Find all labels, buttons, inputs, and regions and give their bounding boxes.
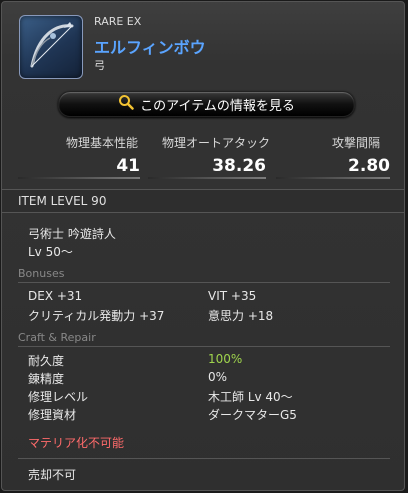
stat-underline bbox=[148, 177, 266, 179]
item-level-bar: ITEM LEVEL 90 bbox=[2, 189, 404, 213]
item-name: エルフィンボウ bbox=[94, 38, 206, 57]
item-level: ITEM LEVEL 90 bbox=[18, 194, 107, 208]
materia-note: マテリア化不可能 bbox=[28, 436, 125, 450]
craft-label: 錬精度 bbox=[28, 372, 65, 386]
craft-label: 修理資材 bbox=[28, 408, 77, 422]
sell-note: 売却不可 bbox=[28, 468, 77, 482]
level-requirement: Lv 50〜 bbox=[28, 245, 73, 259]
craft-label: 修理レベル bbox=[28, 390, 89, 404]
stat-underline bbox=[276, 177, 390, 179]
item-tooltip: RARE EX エルフィンボウ 弓 このアイテムの情報を見る 物理基本性能 物理… bbox=[1, 1, 405, 491]
tooltip-header: RARE EX エルフィンボウ 弓 このアイテムの情報を見る 物理基本性能 物理… bbox=[2, 2, 404, 182]
bonus-item: 意思力 +18 bbox=[208, 309, 274, 323]
item-type: 弓 bbox=[94, 59, 105, 72]
stat-label-auto-attack: 物理オートアタック bbox=[162, 136, 271, 150]
bonus-item: VIT +35 bbox=[208, 289, 257, 303]
equippable-jobs: 弓術士 吟遊詩人 bbox=[28, 227, 116, 241]
stat-value-physical-damage: 41 bbox=[116, 156, 140, 176]
stat-label-physical-damage: 物理基本性能 bbox=[66, 136, 139, 150]
repair-material-value: ダークマターG5 bbox=[208, 408, 297, 422]
divider bbox=[18, 346, 390, 347]
bow-icon bbox=[19, 15, 83, 79]
craft-repair-heading: Craft & Repair bbox=[18, 331, 96, 344]
magnifier-icon bbox=[118, 94, 134, 114]
divider bbox=[18, 282, 390, 283]
stat-value-auto-attack: 38.26 bbox=[212, 156, 266, 176]
craft-label: 耐久度 bbox=[28, 354, 65, 368]
view-item-info-button[interactable]: このアイテムの情報を見る bbox=[58, 91, 355, 117]
bonuses-heading: Bonuses bbox=[18, 267, 65, 280]
stat-value-delay: 2.80 bbox=[348, 156, 390, 176]
item-rarity: RARE EX bbox=[94, 15, 142, 28]
divider bbox=[18, 458, 390, 459]
repair-level-value: 木工師 Lv 40〜 bbox=[208, 390, 293, 404]
bonus-item: クリティカル発動力 +37 bbox=[28, 309, 165, 323]
stat-label-delay: 攻撃間隔 bbox=[332, 136, 381, 150]
spiritbond-value: 0% bbox=[208, 370, 228, 384]
view-item-info-label: このアイテムの情報を見る bbox=[140, 98, 295, 114]
bonus-item: DEX +31 bbox=[28, 289, 83, 303]
durability-value: 100% bbox=[208, 352, 243, 366]
stat-underline bbox=[18, 177, 140, 179]
